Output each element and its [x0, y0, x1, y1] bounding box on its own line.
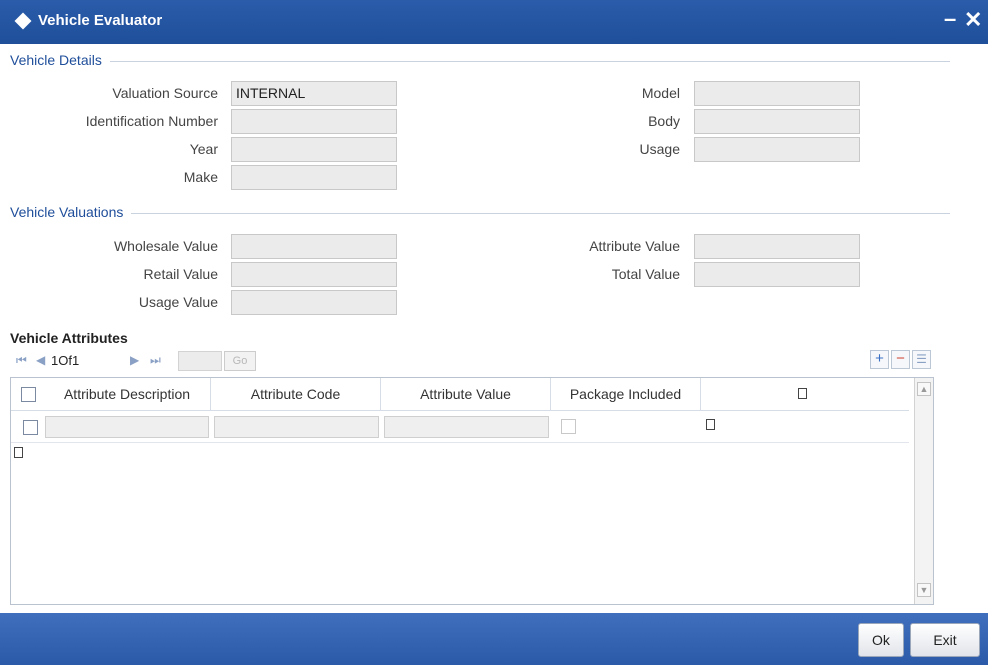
wholesale-value-label: Wholesale Value — [113, 238, 218, 254]
select-all-checkbox[interactable] — [21, 387, 36, 402]
section-vehicle-valuations: Vehicle Valuations — [10, 204, 132, 220]
make-field[interactable] — [231, 165, 397, 190]
model-field[interactable] — [694, 81, 860, 106]
year-field[interactable] — [231, 137, 397, 162]
grid-scrollbar[interactable]: ▲ ▼ — [914, 378, 933, 604]
attribute-description-input[interactable] — [45, 416, 209, 438]
total-value-label: Total Value — [611, 266, 680, 282]
scroll-down-icon[interactable]: ▼ — [917, 583, 931, 597]
usage-value-label: Usage Value — [138, 294, 218, 310]
attribute-value-field[interactable] — [694, 234, 860, 259]
new-row-checkbox[interactable] — [14, 447, 23, 458]
wholesale-value-field[interactable] — [231, 234, 397, 259]
usage-field[interactable] — [694, 137, 860, 162]
prev-page-icon[interactable]: ◀ — [36, 353, 45, 367]
column-header: Attribute Value — [381, 378, 551, 411]
minimize-button[interactable]: – — [944, 6, 956, 32]
ok-button[interactable]: Ok — [858, 623, 904, 657]
total-value-field[interactable] — [694, 262, 860, 287]
go-button[interactable]: Go — [224, 351, 256, 371]
last-page-icon[interactable]: ⏭ — [150, 353, 161, 368]
body-label: Body — [648, 113, 680, 129]
add-row-icon[interactable]: + — [870, 350, 889, 369]
column-header: Attribute Code — [211, 378, 381, 411]
page-number-input[interactable] — [178, 351, 222, 371]
section-vehicle-details: Vehicle Details — [10, 52, 110, 68]
model-label: Model — [641, 85, 680, 101]
next-page-icon[interactable]: ▶ — [130, 353, 139, 367]
identification-number-field[interactable] — [231, 109, 397, 134]
view-row-icon[interactable]: ☰ — [912, 350, 931, 369]
column-header: Attribute Description — [44, 378, 211, 411]
attributes-grid: Attribute Description Attribute Code Att… — [10, 377, 934, 605]
retail-value-label: Retail Value — [143, 266, 218, 282]
usage-value-field[interactable] — [231, 290, 397, 315]
body-field[interactable] — [694, 109, 860, 134]
section-vehicle-attributes: Vehicle Attributes — [10, 330, 128, 346]
window-title: Vehicle Evaluator — [38, 12, 163, 29]
scroll-up-icon[interactable]: ▲ — [917, 382, 931, 396]
retail-value-field[interactable] — [231, 262, 397, 287]
identification-number-label: Identification Number — [85, 113, 218, 129]
column-header: Package Included — [551, 378, 701, 411]
grid-header: Attribute Description Attribute Code Att… — [11, 378, 909, 411]
make-label: Make — [183, 169, 218, 185]
section-divider — [10, 213, 950, 214]
attribute-value-label: Attribute Value — [589, 238, 680, 254]
title-bar: Vehicle Evaluator – ✕ — [0, 0, 988, 44]
valuation-source-label: Valuation Source — [112, 85, 218, 101]
usage-label: Usage — [639, 141, 680, 157]
valuation-source-field[interactable]: INTERNAL — [231, 81, 397, 106]
year-label: Year — [189, 141, 218, 157]
row-extra-checkbox[interactable] — [706, 419, 715, 430]
extra-column-checkbox[interactable] — [798, 388, 807, 399]
exit-button[interactable]: Exit — [910, 623, 980, 657]
grid-pager: ⏮ ◀ 1Of1 ▶ ⏭ Go + − ☰ — [10, 347, 948, 375]
page-indicator: 1Of1 — [51, 353, 80, 368]
app-diamond-icon — [14, 12, 32, 30]
footer-bar: Ok Exit — [0, 613, 988, 665]
package-included-checkbox[interactable] — [561, 419, 576, 434]
section-divider — [10, 61, 950, 62]
row-select-checkbox[interactable] — [23, 420, 38, 435]
first-page-icon[interactable]: ⏮ — [16, 353, 27, 368]
close-button[interactable]: ✕ — [964, 7, 982, 33]
row-divider — [11, 442, 909, 443]
attribute-value-input[interactable] — [384, 416, 549, 438]
remove-row-icon[interactable]: − — [891, 350, 910, 369]
attribute-code-input[interactable] — [214, 416, 379, 438]
